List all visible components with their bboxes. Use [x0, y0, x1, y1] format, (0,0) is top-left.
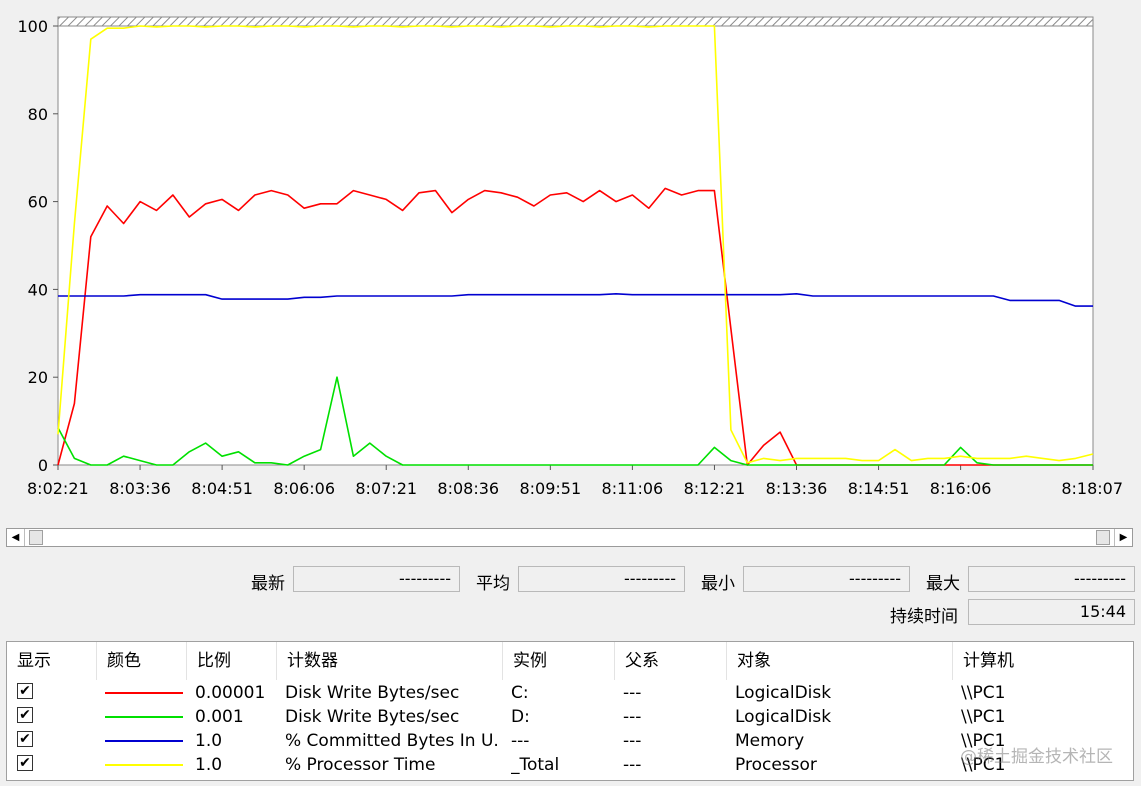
min-value: --------- — [743, 566, 910, 592]
y-axis: 0 20 40 60 80 100 — [17, 17, 58, 475]
computer-cell: \\PC1 — [961, 707, 1006, 727]
counter-cell: Disk Write Bytes/sec — [285, 683, 460, 703]
scale-cell: 0.00001 — [195, 683, 266, 703]
x-tick-label: 8:09:51 — [519, 479, 581, 498]
duration-value: 15:44 — [968, 599, 1135, 625]
x-tick-label: 8:03:36 — [109, 479, 171, 498]
latest-value: --------- — [293, 566, 460, 592]
y-tick-label: 80 — [28, 105, 48, 124]
counter-cell: Disk Write Bytes/sec — [285, 707, 460, 727]
x-tick-label: 8:16:06 — [930, 479, 992, 498]
x-tick-label: 8:02:21 — [27, 479, 89, 498]
x-axis: 8:02:21 8:03:36 8:04:51 8:06:06 8:07:21 8:08:… — [27, 465, 1123, 498]
parent-cell: --- — [623, 755, 642, 775]
show-checkbox[interactable]: ✔ — [17, 707, 33, 723]
min-label: 最小 — [701, 574, 735, 594]
y-tick-label: 60 — [28, 193, 48, 212]
scroll-right-button[interactable]: ▶ — [1114, 529, 1132, 546]
instance-cell: D: — [511, 707, 530, 727]
header-computer[interactable]: 计算机 — [953, 642, 1133, 680]
header-instance[interactable]: 实例 — [503, 642, 615, 680]
computer-cell: \\PC1 — [961, 683, 1006, 703]
y-tick-label: 0 — [38, 456, 48, 475]
color-swatch — [105, 692, 183, 694]
parent-cell: --- — [623, 707, 642, 727]
counter-cell: % Committed Bytes In U... — [285, 731, 499, 751]
watermark: @稀土掘金技术社区 — [960, 747, 1113, 767]
show-checkbox[interactable]: ✔ — [17, 683, 33, 699]
average-label: 平均 — [476, 574, 510, 594]
max-value: --------- — [968, 566, 1135, 592]
instance-cell: --- — [511, 731, 530, 751]
object-cell: LogicalDisk — [735, 683, 832, 703]
duration-label: 持续时间 — [890, 607, 958, 627]
object-cell: LogicalDisk — [735, 707, 832, 727]
header-show[interactable]: 显示 — [7, 642, 97, 680]
header-object[interactable]: 对象 — [727, 642, 953, 680]
scale-cell: 1.0 — [195, 755, 223, 775]
show-checkbox[interactable]: ✔ — [17, 731, 33, 747]
y-tick-label: 100 — [17, 17, 48, 36]
y-tick-label: 20 — [28, 368, 48, 387]
object-cell: Memory — [735, 731, 805, 751]
x-tick-label: 8:13:36 — [766, 479, 828, 498]
parent-cell: --- — [623, 683, 642, 703]
latest-label: 最新 — [251, 574, 285, 594]
header-counter[interactable]: 计数器 — [277, 642, 503, 680]
x-tick-label: 8:04:51 — [191, 479, 253, 498]
object-cell: Processor — [735, 755, 817, 775]
x-tick-label: 8:11:06 — [602, 479, 664, 498]
show-checkbox[interactable]: ✔ — [17, 755, 33, 771]
time-scrollbar[interactable]: ◀ ▶ — [6, 528, 1133, 547]
instance-cell: _Total — [511, 755, 560, 775]
x-tick-label: 8:07:21 — [355, 479, 417, 498]
average-value: --------- — [518, 566, 685, 592]
table-row[interactable]: ✔ 0.00001 Disk Write Bytes/sec C: --- Lo… — [7, 681, 1133, 705]
x-tick-label: 8:18:07 — [1061, 479, 1123, 498]
scroll-start-handle[interactable] — [29, 530, 43, 545]
color-swatch — [105, 740, 183, 742]
performance-chart: 0 20 40 60 80 100 8:02:21 8:03:36 8:04:51 8:06:0… — [17, 16, 1123, 498]
parent-cell: --- — [623, 731, 642, 751]
header-scale[interactable]: 比例 — [187, 642, 277, 680]
table-row[interactable]: ✔ 0.001 Disk Write Bytes/sec D: --- Logi… — [7, 705, 1133, 729]
header-parent[interactable]: 父系 — [615, 642, 727, 680]
max-hatch-band — [57, 16, 1094, 27]
instance-cell: C: — [511, 683, 529, 703]
counter-cell: % Processor Time — [285, 755, 436, 775]
y-tick-label: 40 — [28, 280, 48, 299]
x-tick-label: 8:08:36 — [437, 479, 499, 498]
plot-area — [57, 16, 1094, 466]
max-label: 最大 — [926, 574, 960, 594]
x-tick-label: 8:06:06 — [273, 479, 335, 498]
scale-cell: 1.0 — [195, 731, 223, 751]
color-swatch — [105, 716, 183, 718]
x-tick-label: 8:12:21 — [684, 479, 746, 498]
x-tick-label: 8:14:51 — [848, 479, 910, 498]
scroll-end-handle[interactable] — [1096, 530, 1110, 545]
scale-cell: 0.001 — [195, 707, 244, 727]
color-swatch — [105, 764, 183, 766]
header-color[interactable]: 颜色 — [97, 642, 187, 680]
scroll-left-button[interactable]: ◀ — [7, 529, 25, 546]
